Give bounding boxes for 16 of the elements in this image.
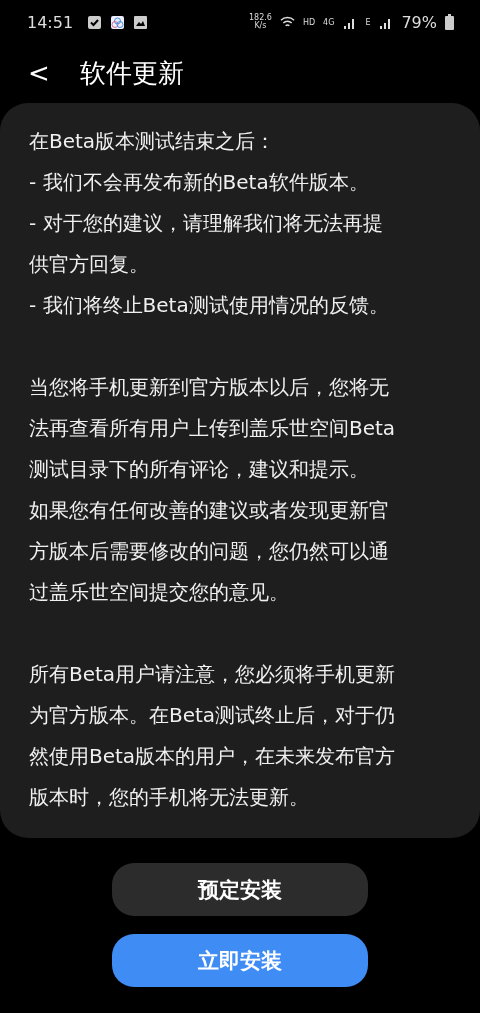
status-time: 14:51 — [27, 12, 74, 32]
image-icon — [133, 14, 149, 30]
battery-icon — [445, 14, 454, 30]
back-button[interactable]: < — [24, 58, 54, 88]
page-title: 软件更新 — [79, 56, 184, 90]
network-type: E — [365, 17, 371, 27]
notice-paragraph: 所有Beta用户请注意，您必须将手机更新 为官方版本。在Beta测试终止后，对于仍 然使用Beta版本的用户，在未来发布官方 版本时，您的手机将无法更新。 — [29, 661, 397, 811]
hd-label: HD — [302, 17, 316, 27]
schedule-install-button[interactable]: 预定安装 — [112, 863, 368, 916]
network-type: 4G — [323, 17, 335, 27]
battery-percent: 79% — [401, 12, 437, 32]
network-speed: 182.6 K/s — [249, 14, 272, 30]
notice-paragraph: 当您将手机更新到官方版本以后，您将无 法再查看所有用户上传到盖乐世空间Beta 测试目录下的所有评论，建议和提示。 如果您有任何改善的建议或者发现更新官 方版本后需要修改的问题，您仍然可以通 过盖乐世空间提交您的意见。 — [29, 374, 397, 606]
app-icon — [110, 14, 126, 30]
notice-paragraph: 在Beta版本测试结束之后： - 我们不会再发布新的Beta软件版本。 - 对于您的建议，请理解我们将无法再提 供官方回复。 - 我们将终止Beta测试使用情况的反馈。 — [29, 128, 390, 319]
checkbox-icon — [87, 14, 103, 30]
